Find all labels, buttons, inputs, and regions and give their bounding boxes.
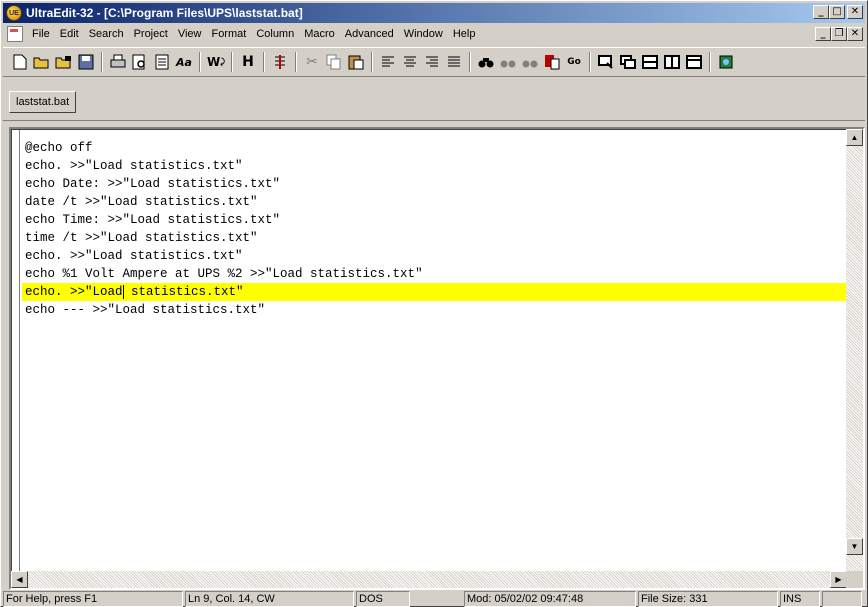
doc-close-button[interactable]: ✕	[847, 27, 863, 41]
project-icon[interactable]	[715, 51, 737, 73]
menu-project[interactable]: Project	[129, 25, 173, 43]
menu-macro[interactable]: Macro	[299, 25, 340, 43]
scroll-up-button[interactable]: ▲	[846, 129, 863, 146]
menu-edit[interactable]: Edit	[55, 25, 84, 43]
code-line-9-before-caret: echo. >>"Load	[25, 285, 123, 299]
doc-restore-button[interactable]: ❐	[831, 27, 847, 41]
open-icon[interactable]	[31, 51, 53, 73]
font-icon[interactable]: Aa	[173, 51, 195, 73]
status-modified: Mod: 05/02/02 09:47:48	[464, 591, 636, 607]
align-center-icon[interactable]	[399, 51, 421, 73]
minimize-button[interactable]: _	[813, 5, 829, 19]
code-lines[interactable]: @echo off echo. >>"Load statistics.txt" …	[22, 139, 847, 319]
goto-icon[interactable]: Go	[563, 51, 585, 73]
menu-help[interactable]: Help	[448, 25, 481, 43]
print-preview-icon[interactable]	[129, 51, 151, 73]
toolbar-separator	[263, 52, 265, 72]
status-spacer	[412, 591, 462, 607]
menu-column[interactable]: Column	[251, 25, 299, 43]
code-line-3[interactable]: echo Date: >>"Load statistics.txt"	[22, 175, 847, 193]
toolbar-separator	[469, 52, 471, 72]
status-extra	[822, 591, 862, 607]
save-icon[interactable]	[75, 51, 97, 73]
maximize-button[interactable]: □	[829, 5, 845, 19]
code-line-9-active[interactable]: echo. >>"Load statistics.txt"	[22, 283, 847, 301]
status-position: Ln 9, Col. 14, CW	[185, 591, 354, 607]
code-line-8[interactable]: echo %1 Volt Ampere at UPS %2 >>"Load st…	[22, 265, 847, 283]
menu-bar: File Edit Search Project View Format Col…	[3, 24, 865, 44]
toolbar-separator	[709, 52, 711, 72]
editor-text-area[interactable]: @echo off echo. >>"Load statistics.txt" …	[11, 129, 847, 573]
toolbar-separator	[101, 52, 103, 72]
code-line-9-after-caret: statistics.txt"	[123, 285, 244, 299]
minimize-all-icon[interactable]	[683, 51, 705, 73]
window-title: UltraEdit-32 - [C:\Program Files\UPS\las…	[26, 6, 303, 20]
toolbar-separator	[589, 52, 591, 72]
toolbar-separator	[295, 52, 297, 72]
code-line-6[interactable]: time /t >>"Load statistics.txt"	[22, 229, 847, 247]
toolbar-separator	[371, 52, 373, 72]
vertical-scrollbar[interactable]: ▲ ▼	[846, 129, 863, 572]
code-line-4[interactable]: date /t >>"Load statistics.txt"	[22, 193, 847, 211]
code-line-10[interactable]: echo --- >>"Load statistics.txt"	[22, 301, 847, 319]
scroll-down-button[interactable]: ▼	[846, 538, 863, 555]
scroll-left-button[interactable]: ◀	[11, 571, 28, 588]
status-file-size: File Size: 331	[638, 591, 778, 607]
toolbar-separator	[199, 52, 201, 72]
menu-window[interactable]: Window	[399, 25, 448, 43]
code-line-7[interactable]: echo. >>"Load statistics.txt"	[22, 247, 847, 265]
editor-frame: @echo off echo. >>"Load statistics.txt" …	[9, 127, 865, 590]
status-line-format: DOS	[356, 591, 410, 607]
copy-icon[interactable]	[323, 51, 345, 73]
menu-advanced[interactable]: Advanced	[340, 25, 399, 43]
code-line-5[interactable]: echo Time: >>"Load statistics.txt"	[22, 211, 847, 229]
align-left-icon[interactable]	[377, 51, 399, 73]
title-bar[interactable]: UE UltraEdit-32 - [C:\Program Files\UPS\…	[3, 3, 865, 23]
ultraedit-app-icon[interactable]: UE	[6, 5, 22, 21]
menu-file[interactable]: File	[27, 25, 55, 43]
page-setup-icon[interactable]	[151, 51, 173, 73]
print-icon[interactable]	[107, 51, 129, 73]
tab-laststat-bat[interactable]: laststat.bat	[9, 91, 77, 113]
file-tab-bar: laststat.bat	[3, 81, 865, 121]
paste-icon[interactable]	[345, 51, 367, 73]
tile-vertical-icon[interactable]	[661, 51, 683, 73]
find-in-files-icon[interactable]	[497, 51, 519, 73]
word-wrap-icon[interactable]: W ⤸	[205, 51, 227, 73]
document-caption-buttons: _ ❐ ✕	[815, 27, 863, 41]
cut-icon[interactable]: ✂	[301, 51, 323, 73]
menu-format[interactable]: Format	[206, 25, 251, 43]
toolbar: Aa W ⤸ H ✂ Go	[3, 47, 865, 77]
menu-search[interactable]: Search	[84, 25, 129, 43]
close-button[interactable]: ✕	[847, 5, 863, 19]
status-insert-mode: INS	[780, 591, 820, 607]
replace-icon[interactable]	[541, 51, 563, 73]
hex-icon[interactable]: H	[237, 51, 259, 73]
align-right-icon[interactable]	[421, 51, 443, 73]
doc-minimize-button[interactable]: _	[815, 27, 831, 41]
horizontal-scrollbar[interactable]: ◀ ▶	[11, 571, 847, 588]
replace-in-files-icon[interactable]	[519, 51, 541, 73]
status-help: For Help, press F1	[3, 591, 183, 607]
column-marker-icon[interactable]	[269, 51, 291, 73]
scrollbar-corner	[846, 571, 863, 588]
status-bar: For Help, press F1 Ln 9, Col. 14, CW DOS…	[3, 591, 865, 607]
justify-icon[interactable]	[443, 51, 465, 73]
find-icon[interactable]	[475, 51, 497, 73]
tile-horizontal-icon[interactable]	[639, 51, 661, 73]
toolbar-separator	[231, 52, 233, 72]
open-ftp-icon[interactable]	[53, 51, 75, 73]
new-icon[interactable]	[9, 51, 31, 73]
app-window: UE UltraEdit-32 - [C:\Program Files\UPS\…	[0, 0, 868, 607]
caption-buttons: _ □ ✕	[813, 5, 863, 19]
code-line-1[interactable]: @echo off	[22, 139, 847, 157]
window-list-icon[interactable]	[595, 51, 617, 73]
menu-view[interactable]: View	[173, 25, 207, 43]
scroll-right-button[interactable]: ▶	[830, 571, 847, 588]
cascade-icon[interactable]	[617, 51, 639, 73]
code-line-2[interactable]: echo. >>"Load statistics.txt"	[22, 157, 847, 175]
editor-gutter	[12, 130, 20, 573]
document-icon[interactable]	[7, 26, 23, 42]
